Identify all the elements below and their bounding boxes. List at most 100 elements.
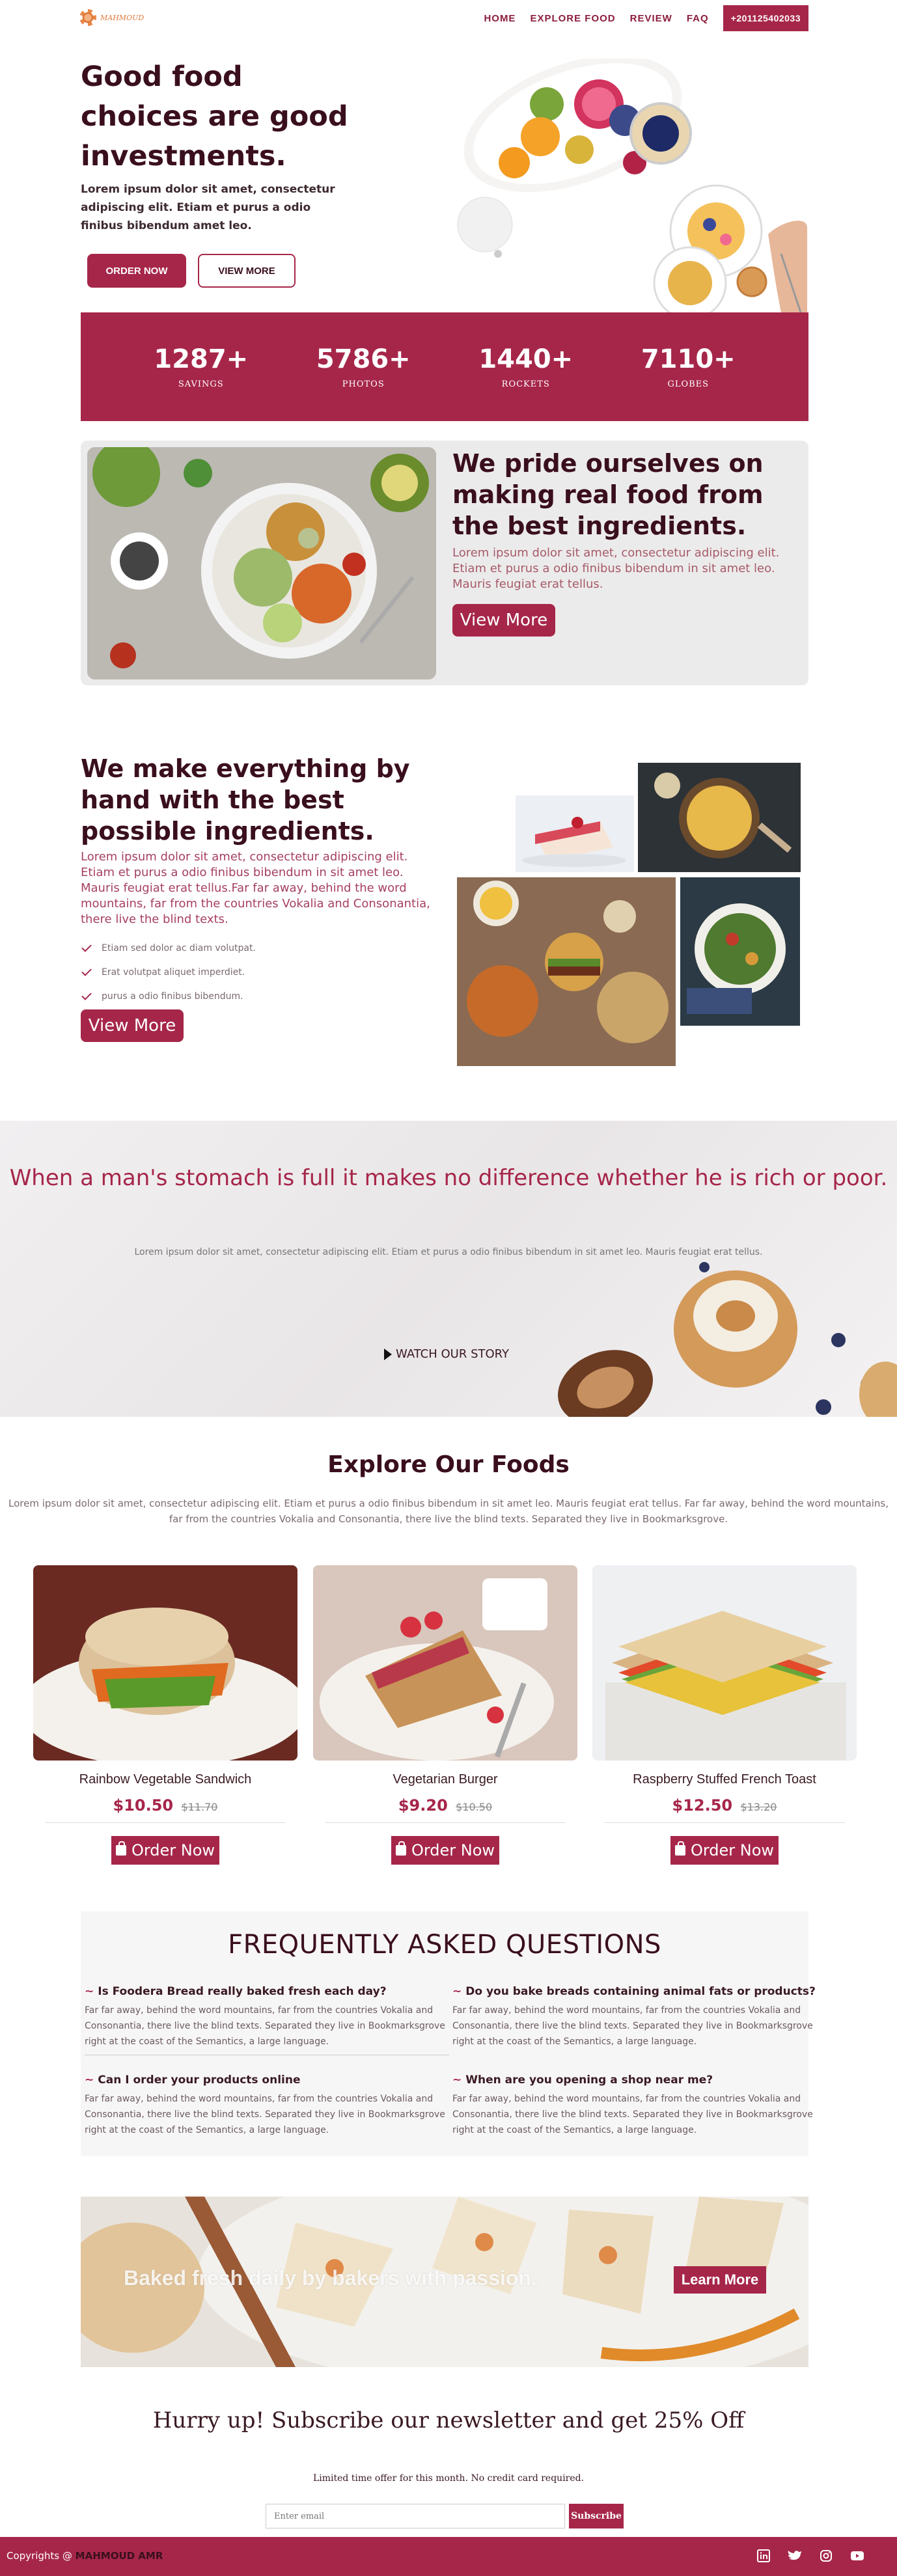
check-text: Erat volutpat aliquet imperdiet. bbox=[102, 966, 245, 978]
faq-question: ~ When are you opening a shop near me? bbox=[452, 2072, 817, 2089]
quote-text: Lorem ipsum dolor sit amet, consectetur … bbox=[134, 1247, 763, 1257]
pie-image bbox=[638, 763, 801, 872]
list-item: Etiam sed dolor ac diam volutpat. bbox=[81, 936, 419, 960]
stat-globes: 7110+ GLOBES bbox=[623, 344, 753, 389]
copyright-name: MAHMOUD AMR bbox=[75, 2550, 163, 2562]
french-toast-image bbox=[313, 1565, 577, 1761]
divider bbox=[604, 1822, 845, 1823]
salad-top-image bbox=[680, 877, 800, 1026]
quote-title: When a man's stomach is full it makes no… bbox=[9, 1165, 888, 1191]
twitter-icon[interactable] bbox=[788, 2549, 802, 2563]
current-price: $10.50 bbox=[113, 1796, 174, 1815]
logo[interactable]: MAHMOUD bbox=[79, 9, 144, 26]
stat-photos: 5786+ PHOTOS bbox=[298, 344, 428, 389]
tilde-icon: ~ bbox=[452, 2074, 462, 2087]
order-now-button[interactable]: ORDER NOW bbox=[87, 254, 186, 288]
check-list: Etiam sed dolor ac diam volutpat. Erat v… bbox=[81, 936, 419, 1008]
newsletter-subtitle: Limited time offer for this month. No cr… bbox=[312, 2473, 585, 2484]
faq-question: ~ Do you bake breads containing animal fa… bbox=[452, 1983, 817, 2000]
phone-button[interactable]: +201125402033 bbox=[723, 5, 808, 31]
shopping-bag-icon bbox=[395, 1841, 406, 1856]
food-price: $9.20 $10.50 bbox=[313, 1796, 577, 1815]
food-name: Raspberry Stuffed French Toast bbox=[633, 1772, 816, 1787]
faq-answer: Far far away, behind the word mountains,… bbox=[85, 2005, 445, 2047]
sandwich-image bbox=[33, 1565, 297, 1761]
faq-item[interactable]: ~ When are you opening a shop near me? Fa… bbox=[452, 2072, 817, 2138]
old-price: $10.50 bbox=[456, 1801, 493, 1813]
order-now-button[interactable]: Order Now bbox=[111, 1836, 219, 1865]
explore-title: Explore Our Foods bbox=[327, 1451, 570, 1478]
shopping-bag-icon bbox=[115, 1841, 126, 1856]
nav-home[interactable]: HOME bbox=[484, 13, 516, 24]
faq-question: ~ Can I order your products online bbox=[85, 2072, 449, 2089]
stat-number: 7110+ bbox=[641, 344, 736, 374]
linkedin-icon[interactable] bbox=[756, 2549, 771, 2563]
check-text: Etiam sed dolor ac diam volutpat. bbox=[102, 942, 256, 953]
tilde-icon: ~ bbox=[85, 2074, 94, 2087]
logo-text: MAHMOUD bbox=[100, 13, 145, 22]
copyright-prefix: Copyrights @ bbox=[7, 2550, 72, 2562]
hero-text: Lorem ipsum dolor sit amet, consectetur … bbox=[81, 183, 335, 232]
food-card: Raspberry Stuffed French Toast $12.50 $1… bbox=[592, 1565, 857, 1871]
faq-item[interactable]: ~ Can I order your products online Far fa… bbox=[85, 2072, 449, 2138]
tilde-icon: ~ bbox=[452, 1985, 462, 1998]
question-text: Can I order your products online bbox=[98, 2074, 301, 2087]
copyright: Copyrights @ MAHMOUD AMR bbox=[7, 2550, 163, 2562]
old-price: $11.70 bbox=[181, 1801, 218, 1813]
promo-text: Baked fresh daily by bakers with passion… bbox=[124, 2266, 537, 2290]
tilde-icon: ~ bbox=[85, 1985, 94, 1998]
order-now-button[interactable]: Order Now bbox=[391, 1836, 499, 1865]
subscribe-button[interactable]: Subscribe bbox=[569, 2504, 624, 2528]
handmade-view-more-button[interactable]: View More bbox=[81, 1009, 184, 1042]
play-icon bbox=[384, 1348, 392, 1360]
order-label: Order Now bbox=[411, 1841, 495, 1859]
check-icon bbox=[81, 989, 92, 1000]
pride-title: We pride ourselves on making real food f… bbox=[452, 449, 764, 540]
food-price: $12.50 $13.20 bbox=[592, 1796, 857, 1815]
explore-text: Lorem ipsum dolor sit amet, consectetur … bbox=[8, 1498, 889, 1525]
handmade-text: Lorem ipsum dolor sit amet, consectetur … bbox=[81, 850, 430, 926]
faq-question: ~ Is Foodera Bread really baked fresh eac… bbox=[85, 1983, 449, 2000]
current-price: $9.20 bbox=[398, 1796, 448, 1815]
faq-answer: Far far away, behind the word mountains,… bbox=[452, 2094, 813, 2135]
stat-savings: 1287+ SAVINGS bbox=[136, 344, 266, 389]
faq-title: FREQUENTLY ASKED QUESTIONS bbox=[228, 1930, 661, 1960]
top-nav: MAHMOUD HOME EXPLORE FOOD REVIEW FAQ +20… bbox=[0, 0, 897, 39]
faq-answer: Far far away, behind the word mountains,… bbox=[85, 2094, 445, 2135]
food-price: $10.50 $11.70 bbox=[33, 1796, 297, 1815]
order-label: Order Now bbox=[131, 1841, 215, 1859]
handmade-title: We make everything by hand with the best… bbox=[81, 754, 410, 845]
nav-review[interactable]: REVIEW bbox=[630, 13, 672, 24]
food-card: Rainbow Vegetable Sandwich $10.50 $11.70… bbox=[33, 1565, 297, 1871]
cake-image bbox=[516, 795, 634, 872]
faq-item[interactable]: ~ Is Foodera Bread really baked fresh eac… bbox=[85, 1983, 449, 2055]
check-icon bbox=[81, 941, 92, 952]
stat-number: 1287+ bbox=[154, 344, 249, 374]
view-more-button[interactable]: VIEW MORE bbox=[198, 254, 296, 288]
stat-label: PHOTOS bbox=[342, 379, 385, 389]
shopping-bag-icon bbox=[674, 1841, 685, 1856]
food-card: Vegetarian Burger $9.20 $10.50 Order Now bbox=[313, 1565, 577, 1871]
list-item: Erat volutpat aliquet imperdiet. bbox=[81, 960, 419, 984]
email-input[interactable] bbox=[266, 2504, 565, 2528]
nav-explore-food[interactable]: EXPLORE FOOD bbox=[530, 13, 615, 24]
question-text: Is Foodera Bread really baked fresh each… bbox=[98, 1985, 387, 1998]
nav-faq[interactable]: FAQ bbox=[687, 13, 709, 24]
stat-label: SAVINGS bbox=[178, 379, 224, 389]
learn-more-button[interactable]: Learn More bbox=[674, 2266, 766, 2294]
youtube-icon[interactable] bbox=[850, 2549, 864, 2563]
instagram-icon[interactable] bbox=[819, 2549, 833, 2563]
faq-item[interactable]: ~ Do you bake breads containing animal fa… bbox=[452, 1983, 817, 2049]
watch-story-link[interactable]: WATCH OUR STORY bbox=[384, 1347, 509, 1361]
old-price: $13.20 bbox=[740, 1801, 777, 1813]
stat-label: ROCKETS bbox=[501, 379, 550, 389]
question-text: When are you opening a shop near me? bbox=[465, 2074, 713, 2087]
divider bbox=[325, 1822, 566, 1823]
pride-text: Lorem ipsum dolor sit amet, consectetur … bbox=[452, 546, 780, 591]
social-links bbox=[756, 2549, 864, 2563]
pride-view-more-button[interactable]: View More bbox=[452, 604, 555, 637]
order-label: Order Now bbox=[690, 1841, 775, 1859]
food-name: Vegetarian Burger bbox=[393, 1772, 498, 1787]
order-now-button[interactable]: Order Now bbox=[670, 1836, 779, 1865]
faq-answer: Far far away, behind the word mountains,… bbox=[452, 2005, 813, 2047]
